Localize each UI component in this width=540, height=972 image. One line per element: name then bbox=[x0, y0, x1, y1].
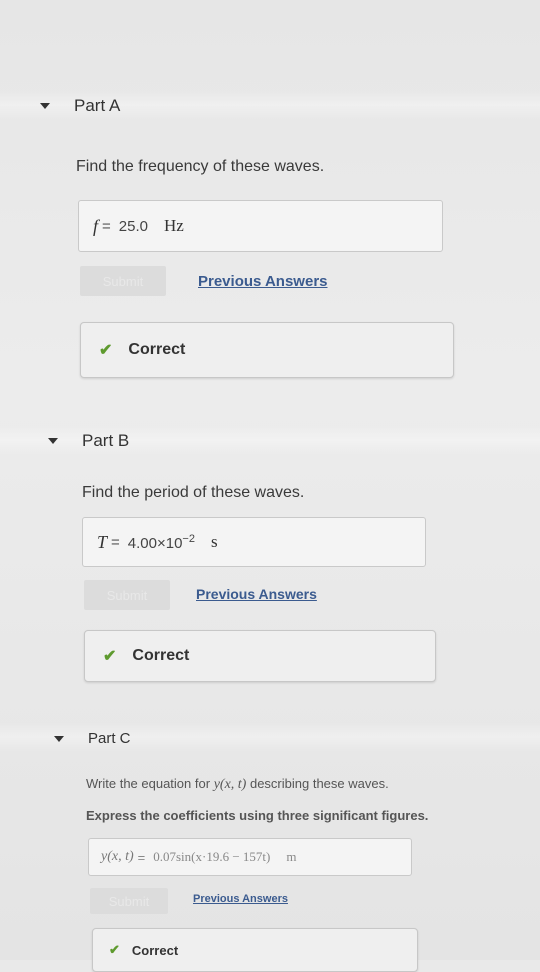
part-a-title: Part A bbox=[74, 96, 121, 115]
part-b-status: Correct bbox=[132, 647, 190, 664]
answer-value: 25.0 bbox=[118, 217, 148, 235]
part-c-instruction: Express the coefficients using three sig… bbox=[86, 808, 429, 823]
part-a-question: Find the frequency of these waves. bbox=[76, 158, 325, 175]
answer-unit: m bbox=[286, 849, 297, 864]
part-a-correct-box: ✔ Correct bbox=[80, 322, 454, 378]
answer-value: 0.07sin(x·19.6 − 157t) bbox=[153, 849, 271, 864]
checkmark-icon: ✔ bbox=[109, 942, 120, 957]
part-b-header[interactable]: Part B bbox=[48, 431, 129, 451]
part-b-submit-button[interactable]: Submit bbox=[84, 580, 170, 610]
answer-variable: T bbox=[97, 531, 108, 552]
part-b-answer-box[interactable]: T = 4.00×10−2 s bbox=[82, 517, 426, 567]
answer-unit: Hz bbox=[163, 216, 184, 235]
caret-down-icon[interactable] bbox=[40, 103, 50, 109]
part-b-question: Find the period of these waves. bbox=[82, 484, 305, 501]
mastering-physics-page: Part A Find the frequency of these waves… bbox=[0, 0, 540, 972]
part-a-submit-button[interactable]: Submit bbox=[80, 266, 166, 296]
answer-variable: y(x, t) bbox=[101, 849, 134, 864]
part-b-previous-answers-link[interactable]: Previous Answers bbox=[196, 586, 317, 602]
part-c-correct-box: ✔ Correct bbox=[92, 928, 418, 972]
part-c-previous-answers-link[interactable]: Previous Answers bbox=[193, 893, 288, 905]
part-a-previous-answers-link[interactable]: Previous Answers bbox=[198, 273, 328, 290]
part-c-submit-button[interactable]: Submit bbox=[90, 888, 168, 914]
part-b-title: Part B bbox=[82, 431, 130, 450]
part-c-title: Part C bbox=[88, 730, 131, 747]
part-a-status: Correct bbox=[128, 341, 186, 358]
part-a-answer-box[interactable]: f = 25.0 Hz bbox=[78, 200, 443, 252]
caret-down-icon[interactable] bbox=[54, 735, 64, 742]
answer-value: 4.00×10−2 bbox=[127, 532, 195, 552]
part-c-question: Write the equation for y(x, t) describin… bbox=[86, 776, 389, 792]
answer-equals: = bbox=[102, 217, 111, 235]
answer-exponent: −2 bbox=[182, 532, 195, 545]
part-b-correct-box: ✔ Correct bbox=[84, 630, 436, 682]
answer-equals: = bbox=[111, 533, 120, 551]
answer-unit: s bbox=[210, 532, 218, 551]
part-c-answer-box[interactable]: y(x, t) = 0.07sin(x·19.6 − 157t) m bbox=[88, 838, 412, 876]
checkmark-icon: ✔ bbox=[99, 342, 113, 359]
checkmark-icon: ✔ bbox=[103, 648, 117, 665]
answer-variable: f bbox=[93, 215, 99, 236]
answer-equals: = bbox=[137, 849, 146, 865]
caret-down-icon[interactable] bbox=[48, 438, 58, 444]
part-c-status: Correct bbox=[131, 942, 179, 958]
part-a-header[interactable]: Part A bbox=[40, 96, 120, 116]
part-c-header[interactable]: Part C bbox=[54, 730, 131, 747]
